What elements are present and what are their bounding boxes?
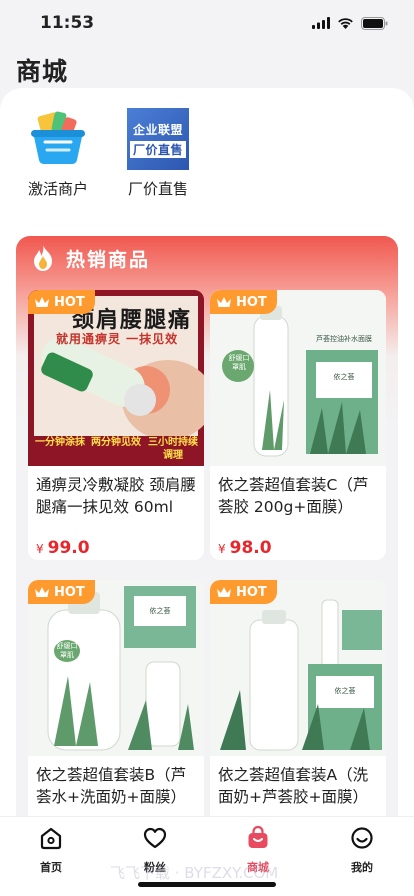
home-indicator xyxy=(138,882,276,887)
product-image: 颈肩腰腿痛 就用通痹灵 一抹见效 一分钟涂抹 两分钟见效 三小时持续调理 xyxy=(28,290,204,466)
factory-icon-text: 企业联盟 xyxy=(132,122,183,137)
home-icon xyxy=(40,827,62,850)
product-card[interactable]: 颈肩腰腿痛 就用通痹灵 一抹见效 一分钟涂抹 两分钟见效 三小时持续调理 HOT… xyxy=(28,290,204,560)
hot-badge: HOT xyxy=(210,290,277,314)
tab-label: 我的 xyxy=(351,861,373,874)
product-image-text: 依之荟 xyxy=(149,607,171,615)
flame-icon xyxy=(34,245,52,271)
wifi-icon xyxy=(338,18,353,29)
product-image-text: 三小时持续调理 xyxy=(148,437,198,461)
product-card[interactable]: 依之荟 HOT 依之荟超值套装A（洗面奶+芦荟胶+面膜） xyxy=(210,580,386,850)
product-card[interactable]: 舒缓口罩肌 依之荟 HOT 依之荟超值套装B（芦荟水+洗面奶+面膜） xyxy=(28,580,204,850)
signal-icon xyxy=(312,17,330,29)
hot-badge-label: HOT xyxy=(236,294,267,310)
status-bar: 11:53 xyxy=(0,0,414,46)
factory-icon-text: 厂价直售 xyxy=(129,140,186,158)
product-image: 舒缓口罩肌 芦荟控油补水面膜 依之荟 xyxy=(210,290,386,466)
hot-products-section: 热销商品 颈肩腰腿痛 就用通痹灵 一抹见效 一分钟涂抹 两分钟见效 三小时持续调… xyxy=(16,236,398,896)
hot-badge-label: HOT xyxy=(54,294,85,310)
product-price: ¥99.0 xyxy=(36,538,90,558)
product-image-text: 依之荟 xyxy=(333,373,355,381)
crown-icon xyxy=(35,587,49,597)
crown-icon xyxy=(217,297,231,307)
hot-section-header: 热销商品 xyxy=(30,244,150,272)
main-content: 激活商户 企业联盟 厂价直售 厂价直售 热销商品 颈肩腰腿痛 就用通痹灵 一抹见… xyxy=(0,88,414,896)
status-icons xyxy=(312,16,388,30)
product-image-text: 舒缓口罩肌 xyxy=(228,354,250,371)
hot-badge: HOT xyxy=(28,290,95,314)
product-name: 依之荟超值套装B（芦荟水+洗面奶+面膜） xyxy=(36,766,187,806)
shortcut-label: 厂价直售 xyxy=(127,180,188,198)
shopping-bag-icon xyxy=(248,825,268,848)
page-title: 商城 xyxy=(16,57,69,86)
product-image: 依之荟 xyxy=(210,580,386,756)
shortcut-label: 激活商户 xyxy=(27,180,88,198)
smiley-icon xyxy=(351,827,373,849)
tab-home[interactable]: 首页 xyxy=(16,825,86,875)
product-image-text: 依之荟 xyxy=(334,687,356,695)
product-name: 依之荟超值套装A（洗面奶+芦荟胶+面膜） xyxy=(218,766,369,806)
factory-direct-sale-icon: 企业联盟 厂价直售 xyxy=(127,108,189,170)
factory-direct-sale-shortcut[interactable]: 企业联盟 厂价直售 厂价直售 xyxy=(118,108,198,199)
status-time: 11:53 xyxy=(40,13,95,33)
shopping-basket-icon xyxy=(27,108,89,170)
hot-badge: HOT xyxy=(28,580,95,604)
product-image-text: 一分钟涂抹 xyxy=(35,437,85,448)
currency-symbol: ¥ xyxy=(218,542,226,556)
product-image-text: 两分钟见效 xyxy=(91,437,141,448)
product-image-text: 芦荟控油补水面膜 xyxy=(316,335,372,343)
hot-badge-label: HOT xyxy=(54,584,85,600)
product-image-text: 就用通痹灵 一抹见效 xyxy=(56,332,179,346)
tab-mine[interactable]: 我的 xyxy=(327,825,397,875)
battery-icon xyxy=(361,16,388,30)
product-name: 依之荟超值套装C（芦荟胶 200g+面膜） xyxy=(218,476,369,516)
watermark-text: 飞飞下载 · BYFZXY.COM xyxy=(110,864,279,882)
product-name: 通痹灵冷敷凝胶 颈肩腰腿痛一抹见效 60ml xyxy=(36,476,196,516)
product-card[interactable]: 舒缓口罩肌 芦荟控油补水面膜 依之荟 HOT 依之荟超值套装C（芦荟胶 200g… xyxy=(210,290,386,560)
heart-icon xyxy=(143,827,167,849)
crown-icon xyxy=(217,587,231,597)
crown-icon xyxy=(35,297,49,307)
hot-badge-label: HOT xyxy=(236,584,267,600)
shortcut-row: 激活商户 企业联盟 厂价直售 厂价直售 xyxy=(0,108,414,208)
tab-label: 首页 xyxy=(40,861,62,874)
activate-merchant-shortcut[interactable]: 激活商户 xyxy=(18,108,98,199)
hot-badge: HOT xyxy=(210,580,277,604)
product-image: 舒缓口罩肌 依之荟 xyxy=(28,580,204,756)
product-price: ¥98.0 xyxy=(218,538,272,558)
hot-section-title: 热销商品 xyxy=(66,248,151,271)
price-value: 99.0 xyxy=(47,538,90,558)
product-image-text: 舒缓口罩肌 xyxy=(54,640,80,662)
price-value: 98.0 xyxy=(229,538,272,558)
currency-symbol: ¥ xyxy=(36,542,44,556)
